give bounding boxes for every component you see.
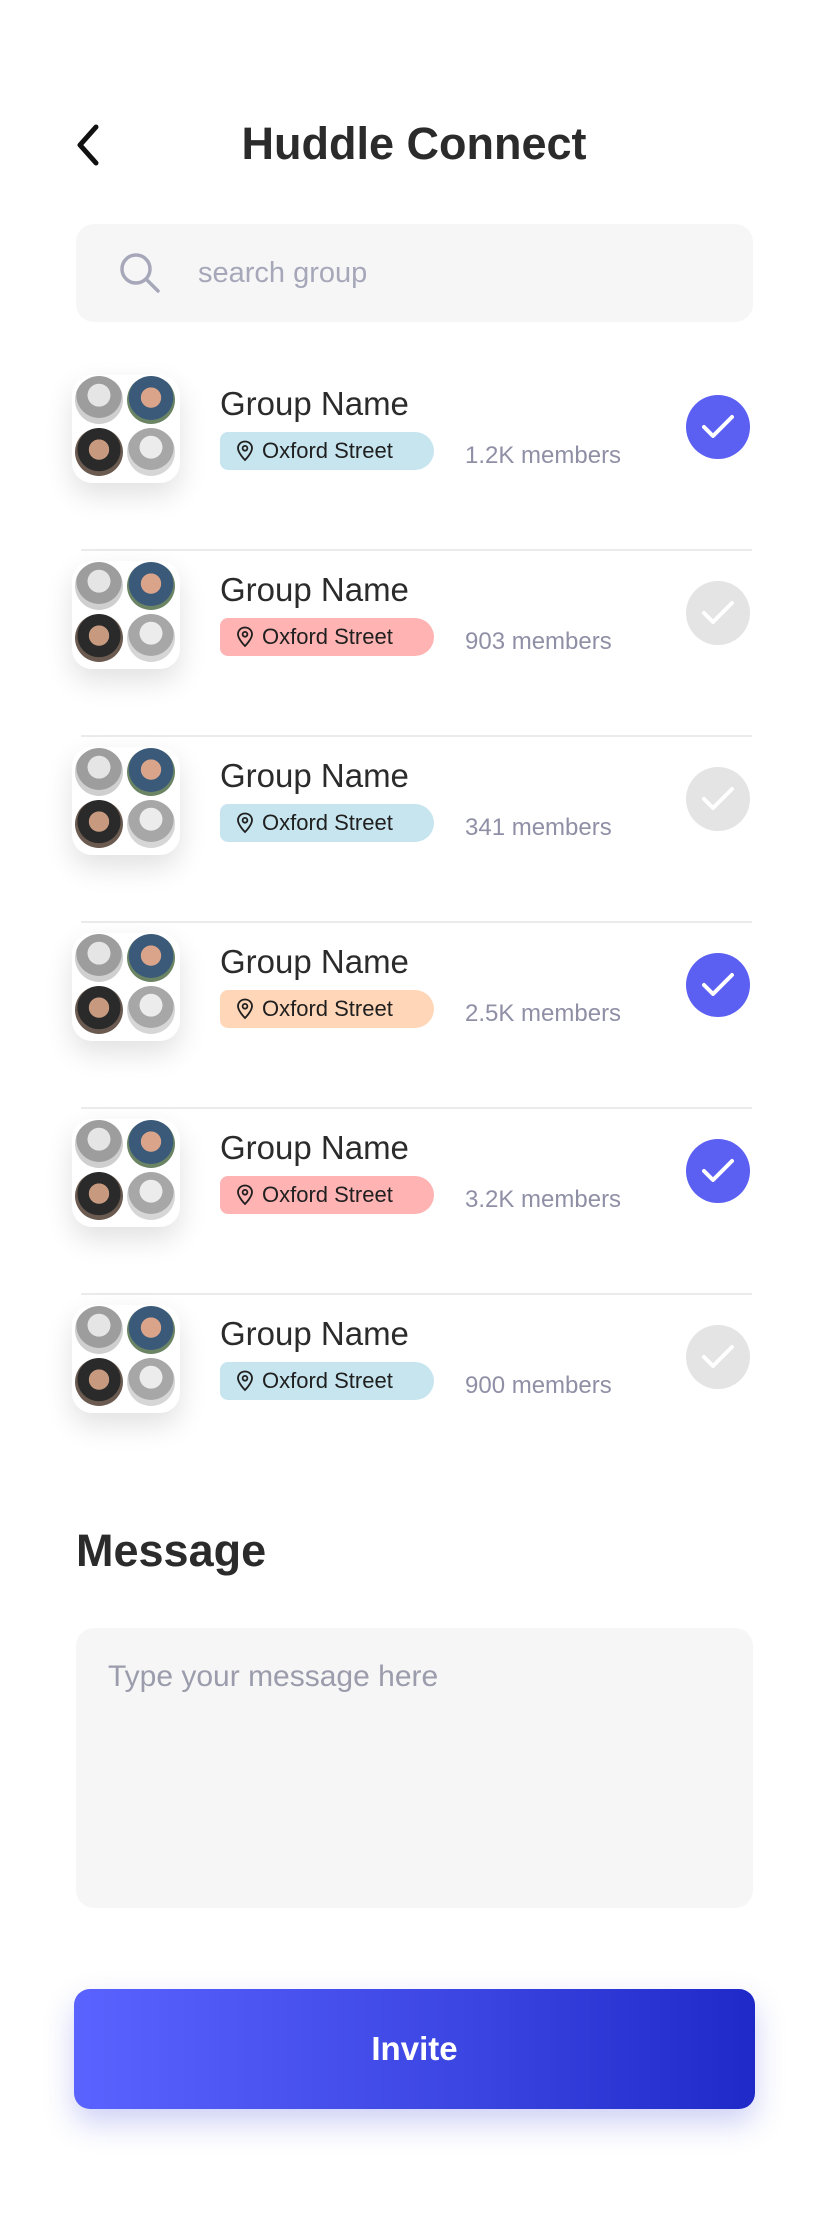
page-title: Huddle Connect [241,118,587,169]
avatar [75,934,123,982]
member-count: 2.5K members [465,1000,622,1027]
avatar [127,428,175,476]
avatar [127,614,175,662]
group-name: Group Name [220,757,409,794]
member-count: 1.2K members [465,442,622,469]
member-count: 903 members [465,628,612,655]
avatar [127,748,175,796]
avatar [75,614,123,662]
avatar [127,562,175,610]
location-pin-icon [236,1184,254,1206]
location-pin-icon [236,626,254,648]
group-name: Group Name [220,385,409,422]
group-avatars [72,375,180,483]
location-pin-icon [236,1370,254,1392]
avatar [75,986,123,1034]
group-name: Group Name [220,1129,409,1166]
location-tag: Oxford Street [220,1362,434,1400]
group-name: Group Name [220,943,409,980]
location-label: Oxford Street [262,624,393,649]
avatar [127,800,175,848]
select-toggle[interactable] [686,581,750,645]
avatar [75,1172,123,1220]
message-title: Message [76,1525,267,1576]
member-count: 341 members [465,814,612,841]
select-toggle[interactable] [686,395,750,459]
check-icon [702,787,734,810]
avatar [127,376,175,424]
group-row[interactable]: Group Name Oxford Street 341 members [0,737,828,923]
check-icon [702,415,734,438]
check-icon [702,973,734,996]
location-tag: Oxford Street [220,432,434,470]
message-box[interactable] [76,1628,753,1908]
avatar [75,1120,123,1168]
check-icon [702,601,734,624]
group-name: Group Name [220,571,409,608]
select-toggle[interactable] [686,1139,750,1203]
member-count: 900 members [465,1372,612,1399]
member-count: 3.2K members [465,1186,622,1213]
avatar [127,1172,175,1220]
avatar [75,562,123,610]
location-label: Oxford Street [262,1182,393,1207]
group-avatars [72,561,180,669]
group-avatars [72,1119,180,1227]
group-avatars [72,1305,180,1413]
message-input[interactable] [106,1658,727,1882]
select-toggle[interactable] [686,1325,750,1389]
location-tag: Oxford Street [220,804,434,842]
group-row[interactable]: Group Name Oxford Street 2.5K members [0,923,828,1109]
avatar [127,1358,175,1406]
invite-button[interactable]: Invite [74,1989,755,2109]
location-label: Oxford Street [262,810,393,835]
group-avatars [72,933,180,1041]
location-pin-icon [236,812,254,834]
location-tag: Oxford Street [220,1176,434,1214]
avatar [127,1306,175,1354]
location-tag: Oxford Street [220,618,434,656]
group-row[interactable]: Group Name Oxford Street 1.2K members [0,365,828,551]
group-list: Group Name Oxford Street 1.2K members Gr… [0,365,828,1481]
select-toggle[interactable] [686,767,750,831]
location-pin-icon [236,440,254,462]
group-row[interactable]: Group Name Oxford Street 3.2K members [0,1109,828,1295]
group-avatars [72,747,180,855]
select-toggle[interactable] [686,953,750,1017]
avatar [75,800,123,848]
group-row[interactable]: Group Name Oxford Street 900 members [0,1295,828,1481]
avatar [75,1306,123,1354]
location-pin-icon [236,998,254,1020]
group-row[interactable]: Group Name Oxford Street 903 members [0,551,828,737]
location-label: Oxford Street [262,1368,393,1393]
avatar [127,1120,175,1168]
search-bar[interactable] [76,224,753,322]
location-tag: Oxford Street [220,990,434,1028]
group-name: Group Name [220,1315,409,1352]
avatar [75,748,123,796]
check-icon [702,1159,734,1182]
location-label: Oxford Street [262,996,393,1021]
check-icon [702,1345,734,1368]
search-icon [118,251,162,295]
avatar [75,428,123,476]
search-input[interactable] [196,255,720,291]
avatar [127,934,175,982]
avatar [127,986,175,1034]
avatar [75,376,123,424]
avatar [75,1358,123,1406]
header: Huddle Connect [0,110,828,180]
location-label: Oxford Street [262,438,393,463]
